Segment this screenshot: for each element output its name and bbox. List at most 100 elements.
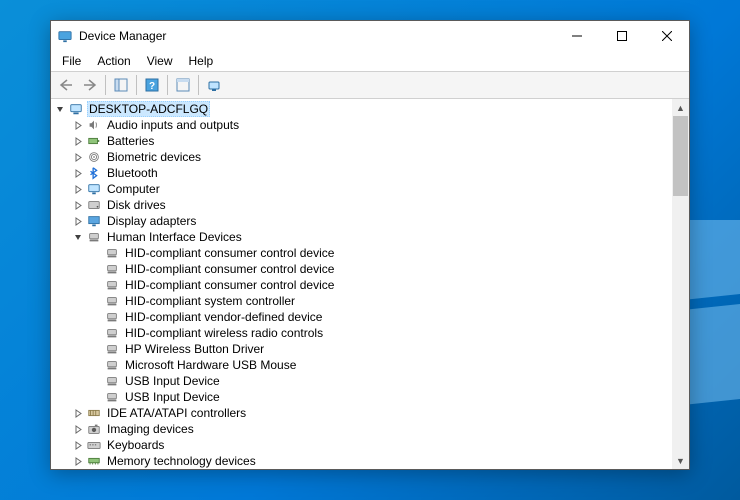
tree-device[interactable]: HID-compliant consumer control device xyxy=(53,277,689,293)
expand-icon[interactable] xyxy=(71,422,85,436)
window-title: Device Manager xyxy=(79,29,554,43)
hid-icon xyxy=(86,229,102,245)
help-button[interactable]: ? xyxy=(140,74,164,96)
tree-category[interactable]: Display adapters xyxy=(53,213,689,229)
tree-device[interactable]: HID-compliant wireless radio controls xyxy=(53,325,689,341)
battery-icon xyxy=(86,133,102,149)
back-button[interactable] xyxy=(54,74,78,96)
scroll-thumb[interactable] xyxy=(673,116,688,196)
expander-none xyxy=(89,294,103,308)
app-icon xyxy=(57,28,73,44)
tree-device[interactable]: HP Wireless Button Driver xyxy=(53,341,689,357)
bluetooth-icon xyxy=(86,165,102,181)
tree-category[interactable]: Human Interface Devices xyxy=(53,229,689,245)
tree-category[interactable]: IDE ATA/ATAPI controllers xyxy=(53,405,689,421)
hid-icon xyxy=(104,245,120,261)
expand-icon[interactable] xyxy=(71,454,85,468)
tree-node-label[interactable]: HID-compliant system controller xyxy=(123,294,297,308)
tree-node-label[interactable]: HP Wireless Button Driver xyxy=(123,342,266,356)
expand-icon[interactable] xyxy=(71,150,85,164)
tree-panel: DESKTOP-ADCFLGQAudio inputs and outputs B… xyxy=(51,99,689,469)
hid-icon xyxy=(104,293,120,309)
tree-device[interactable]: HID-compliant vendor-defined device xyxy=(53,309,689,325)
collapse-icon[interactable] xyxy=(53,102,67,116)
vertical-scrollbar[interactable]: ▲ ▼ xyxy=(672,99,689,469)
tree-node-label[interactable]: USB Input Device xyxy=(123,390,222,404)
expand-icon[interactable] xyxy=(71,134,85,148)
expand-icon[interactable] xyxy=(71,198,85,212)
expand-icon[interactable] xyxy=(71,182,85,196)
tree-category[interactable]: Biometric devices xyxy=(53,149,689,165)
menu-file[interactable]: File xyxy=(55,52,88,70)
hid-icon xyxy=(104,341,120,357)
expander-none xyxy=(89,358,103,372)
expander-none xyxy=(89,326,103,340)
tree-node-label[interactable]: Keyboards xyxy=(105,438,166,452)
scan-hardware-button[interactable] xyxy=(202,74,226,96)
expand-icon[interactable] xyxy=(71,406,85,420)
expander-none xyxy=(89,390,103,404)
tree-device[interactable]: USB Input Device xyxy=(53,389,689,405)
speaker-icon xyxy=(86,117,102,133)
svg-text:?: ? xyxy=(149,81,155,92)
toolbar-separator xyxy=(198,75,199,95)
tree-node-label[interactable]: Bluetooth xyxy=(105,166,160,180)
tree-category[interactable]: Bluetooth xyxy=(53,165,689,181)
disk-icon xyxy=(86,197,102,213)
tree-node-label[interactable]: Imaging devices xyxy=(105,422,196,436)
tree-category[interactable]: Batteries xyxy=(53,133,689,149)
tree-category[interactable]: Keyboards xyxy=(53,437,689,453)
memory-icon xyxy=(86,453,102,469)
tree-node-label[interactable]: DESKTOP-ADCFLGQ xyxy=(87,101,210,117)
computer-root-icon xyxy=(68,101,84,117)
tree-node-label[interactable]: HID-compliant consumer control device xyxy=(123,246,336,260)
tree-node-label[interactable]: IDE ATA/ATAPI controllers xyxy=(105,406,248,420)
tree-category[interactable]: Imaging devices xyxy=(53,421,689,437)
tree-category[interactable]: Audio inputs and outputs xyxy=(53,117,689,133)
expander-none xyxy=(89,374,103,388)
expand-icon[interactable] xyxy=(71,118,85,132)
tree-node-label[interactable]: HID-compliant wireless radio controls xyxy=(123,326,325,340)
tree-node-label[interactable]: HID-compliant consumer control device xyxy=(123,262,336,276)
tree-node-label[interactable]: Batteries xyxy=(105,134,156,148)
tree-node-label[interactable]: Display adapters xyxy=(105,214,198,228)
tree-node-label[interactable]: Microsoft Hardware USB Mouse xyxy=(123,358,298,372)
menu-help[interactable]: Help xyxy=(182,52,221,70)
tree-root[interactable]: DESKTOP-ADCFLGQ xyxy=(53,101,689,117)
menu-action[interactable]: Action xyxy=(90,52,137,70)
scroll-down-arrow[interactable]: ▼ xyxy=(672,452,689,469)
tree-category[interactable]: Disk drives xyxy=(53,197,689,213)
scroll-up-arrow[interactable]: ▲ xyxy=(672,99,689,116)
tree-category[interactable]: Computer xyxy=(53,181,689,197)
tree-category[interactable]: Memory technology devices xyxy=(53,453,689,469)
collapse-icon[interactable] xyxy=(71,230,85,244)
tree-node-label[interactable]: Computer xyxy=(105,182,162,196)
tree-device[interactable]: HID-compliant consumer control device xyxy=(53,261,689,277)
minimize-button[interactable] xyxy=(554,21,599,51)
expand-icon[interactable] xyxy=(71,438,85,452)
tree-node-label[interactable]: HID-compliant vendor-defined device xyxy=(123,310,324,324)
hid-icon xyxy=(104,325,120,341)
tree-device[interactable]: HID-compliant consumer control device xyxy=(53,245,689,261)
tree-node-label[interactable]: Memory technology devices xyxy=(105,454,258,468)
tree-device[interactable]: USB Input Device xyxy=(53,373,689,389)
close-button[interactable] xyxy=(644,21,689,51)
tree-device[interactable]: Microsoft Hardware USB Mouse xyxy=(53,357,689,373)
ide-icon xyxy=(86,405,102,421)
menu-view[interactable]: View xyxy=(140,52,180,70)
tree-node-label[interactable]: HID-compliant consumer control device xyxy=(123,278,336,292)
expand-icon[interactable] xyxy=(71,214,85,228)
tree-node-label[interactable]: Biometric devices xyxy=(105,150,203,164)
tree-node-label[interactable]: Disk drives xyxy=(105,198,168,212)
expand-icon[interactable] xyxy=(71,166,85,180)
device-manager-window: Device Manager File Action View Help ? D… xyxy=(50,20,690,470)
properties-button[interactable] xyxy=(171,74,195,96)
show-hide-tree-button[interactable] xyxy=(109,74,133,96)
tree-device[interactable]: HID-compliant system controller xyxy=(53,293,689,309)
maximize-button[interactable] xyxy=(599,21,644,51)
forward-button[interactable] xyxy=(78,74,102,96)
tree-node-label[interactable]: USB Input Device xyxy=(123,374,222,388)
expander-none xyxy=(89,310,103,324)
tree-node-label[interactable]: Audio inputs and outputs xyxy=(105,118,241,132)
tree-node-label[interactable]: Human Interface Devices xyxy=(105,230,244,244)
